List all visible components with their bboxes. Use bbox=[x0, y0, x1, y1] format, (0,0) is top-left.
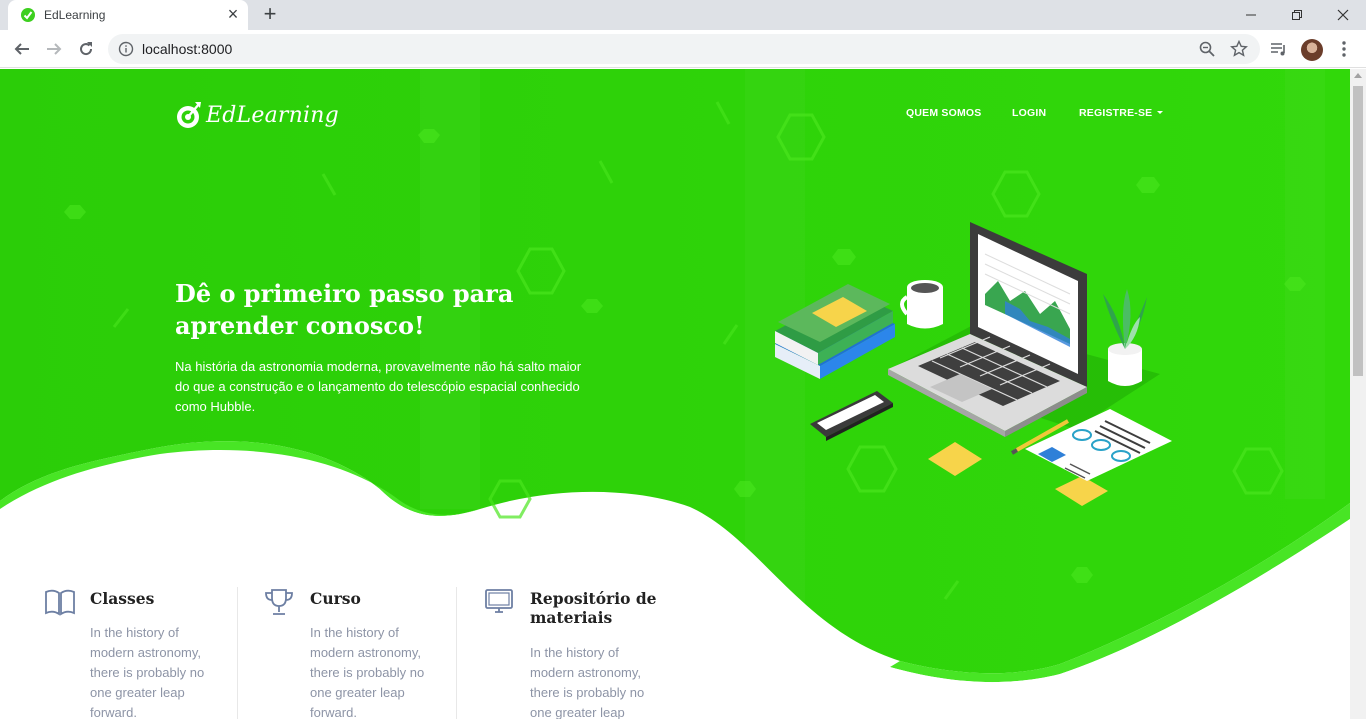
page-viewport: EdLearning QUEM SOMOS LOGIN REGISTRE-SE … bbox=[0, 69, 1350, 719]
media-queue-icon[interactable] bbox=[1269, 39, 1289, 59]
minimize-icon[interactable] bbox=[1228, 0, 1274, 30]
trophy-icon bbox=[265, 589, 293, 615]
profile-avatar[interactable] bbox=[1301, 39, 1323, 61]
back-icon[interactable] bbox=[11, 38, 33, 60]
window-close-icon[interactable] bbox=[1320, 0, 1366, 30]
url-text: localhost:8000 bbox=[142, 41, 233, 57]
bookmark-star-icon[interactable] bbox=[1230, 40, 1248, 58]
address-bar[interactable]: localhost:8000 bbox=[108, 34, 1260, 64]
browser-tab[interactable]: EdLearning × bbox=[8, 0, 248, 30]
scroll-thumb[interactable] bbox=[1353, 86, 1363, 376]
feature-text: In the history of modern astronomy, ther… bbox=[90, 625, 205, 719]
zoom-icon[interactable] bbox=[1198, 40, 1216, 58]
caret-down-icon bbox=[1157, 110, 1164, 114]
hero-description: Na história da astronomia moderna, prova… bbox=[175, 359, 582, 414]
feature-text: In the history of modern astronomy, ther… bbox=[310, 625, 425, 719]
nav-register-label: REGISTRE-SE bbox=[1079, 107, 1153, 119]
menu-kebab-icon[interactable] bbox=[1334, 39, 1354, 59]
new-tab-icon[interactable]: + bbox=[258, 2, 282, 26]
site-logo[interactable]: EdLearning bbox=[176, 99, 339, 131]
nav-register[interactable]: REGISTRE-SE bbox=[1079, 107, 1164, 119]
reload-icon[interactable] bbox=[75, 38, 97, 60]
scroll-up-arrow-icon[interactable] bbox=[1354, 73, 1362, 78]
feature-title: Repositório de materiais bbox=[530, 589, 657, 627]
hero-title: Dê o primeiro passo para aprender conosc… bbox=[175, 279, 514, 340]
tab-title: EdLearning bbox=[44, 8, 106, 22]
feature-divider bbox=[237, 587, 238, 719]
browser-toolbar: localhost:8000 bbox=[0, 30, 1366, 68]
feature-title: Classes bbox=[90, 589, 155, 608]
book-icon bbox=[45, 589, 75, 616]
site-info-icon[interactable] bbox=[118, 41, 134, 57]
feature-text: In the history of modern astronomy, ther… bbox=[530, 645, 645, 719]
forward-icon[interactable] bbox=[43, 38, 65, 60]
nav-about[interactable]: QUEM SOMOS bbox=[906, 107, 982, 119]
brand-name: EdLearning bbox=[206, 102, 339, 128]
monitor-icon bbox=[485, 589, 513, 613]
feature-divider bbox=[456, 587, 457, 719]
logo-mark-icon bbox=[177, 102, 201, 128]
browser-tabstrip: EdLearning × + bbox=[0, 0, 1366, 30]
edlearning-favicon-icon bbox=[21, 8, 35, 22]
feature-title: Curso bbox=[310, 589, 361, 608]
nav-login[interactable]: LOGIN bbox=[1012, 107, 1046, 119]
tab-close-icon[interactable]: × bbox=[224, 4, 242, 24]
restore-icon[interactable] bbox=[1274, 0, 1320, 30]
page-scrollbar[interactable] bbox=[1350, 69, 1366, 719]
